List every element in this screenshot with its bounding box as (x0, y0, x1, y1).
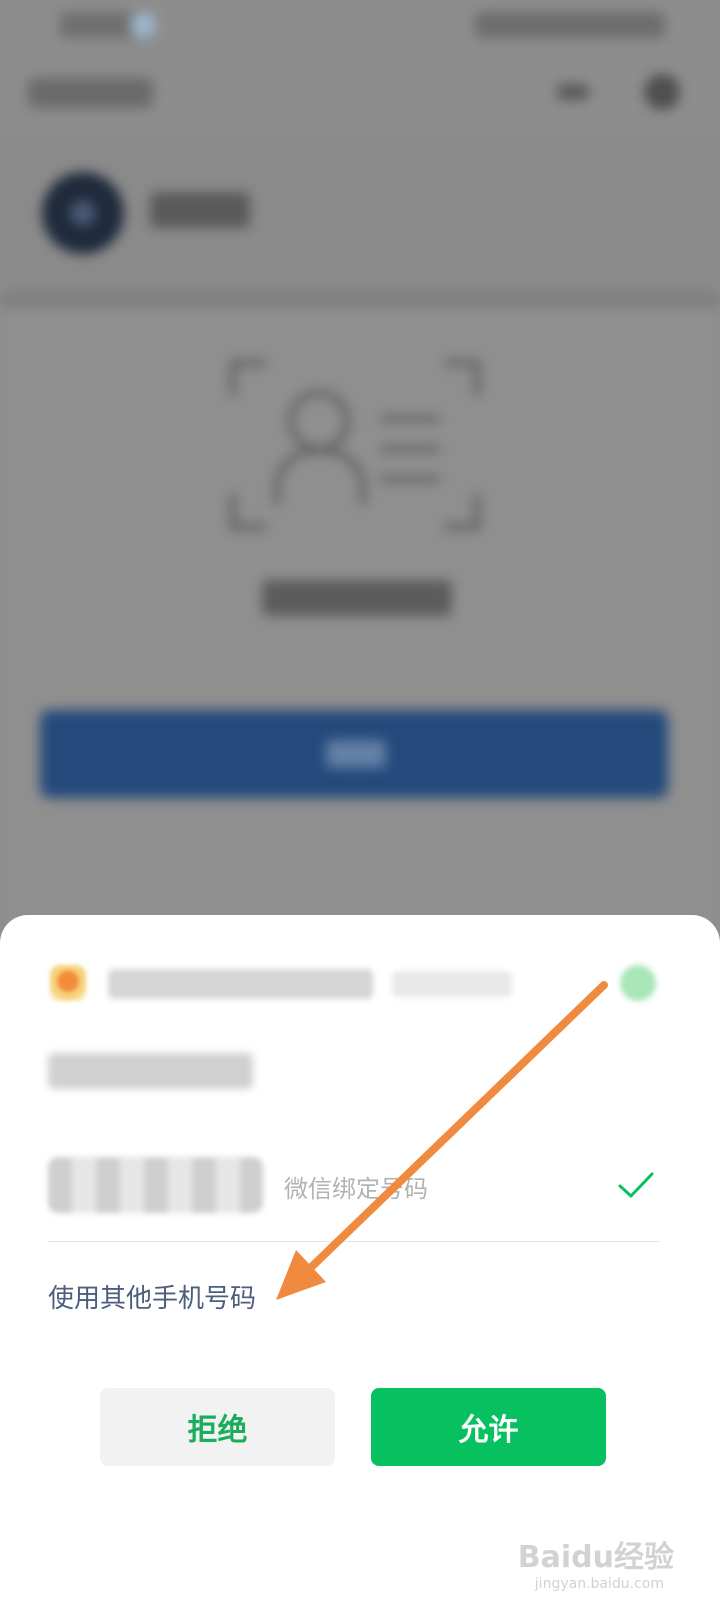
app-name-redacted (108, 969, 373, 999)
status-notification-icon (130, 12, 156, 38)
id-line-icon (380, 476, 440, 482)
id-line-icon (380, 416, 440, 422)
watermark-brand: Baidu经验 (517, 1540, 674, 1575)
check-icon (618, 1172, 654, 1198)
profile-name (150, 192, 250, 228)
app-subtitle-redacted (392, 971, 512, 997)
id-scan-frame (230, 360, 480, 530)
row-divider (48, 1241, 660, 1242)
phone-option-row[interactable]: 微信绑定号码 (48, 1149, 660, 1221)
sheet-header (0, 955, 720, 1005)
blurred-content (0, 0, 720, 940)
person-body-icon (274, 448, 366, 504)
request-title-redacted (48, 1053, 253, 1089)
section-divider (0, 292, 720, 308)
frame-corner (230, 360, 266, 396)
profile-section (0, 132, 720, 292)
verify-caption (262, 580, 452, 616)
status-indicators (475, 12, 665, 38)
authorization-sheet: 微信绑定号码 使用其他手机号码 拒绝 允许 Baidu经验 jingyan.ba… (0, 915, 720, 1600)
bound-phone-label: 微信绑定号码 (284, 1175, 428, 1203)
verification-card (0, 308, 720, 940)
primary-action-label (326, 740, 386, 768)
background-page (0, 0, 720, 940)
page-title (28, 78, 153, 108)
frame-corner (444, 360, 480, 396)
status-bar (0, 0, 720, 52)
reject-button[interactable]: 拒绝 (100, 1388, 335, 1466)
target-icon[interactable] (644, 74, 680, 110)
frame-corner (230, 494, 266, 530)
phone-number-redacted (48, 1157, 263, 1213)
app-logo (50, 965, 86, 1001)
use-other-phone-link[interactable]: 使用其他手机号码 (48, 1278, 256, 1315)
primary-action-button[interactable] (40, 710, 668, 798)
watermark-url: jingyan.baidu.com (534, 1576, 664, 1592)
person-head-icon (288, 390, 350, 452)
top-bar (0, 52, 720, 132)
more-icon[interactable] (556, 84, 590, 100)
allow-button[interactable]: 允许 (371, 1388, 606, 1466)
avatar-icon (70, 200, 96, 226)
id-line-icon (380, 446, 440, 452)
info-icon[interactable] (620, 965, 656, 1001)
frame-corner (444, 494, 480, 530)
avatar (42, 172, 124, 254)
